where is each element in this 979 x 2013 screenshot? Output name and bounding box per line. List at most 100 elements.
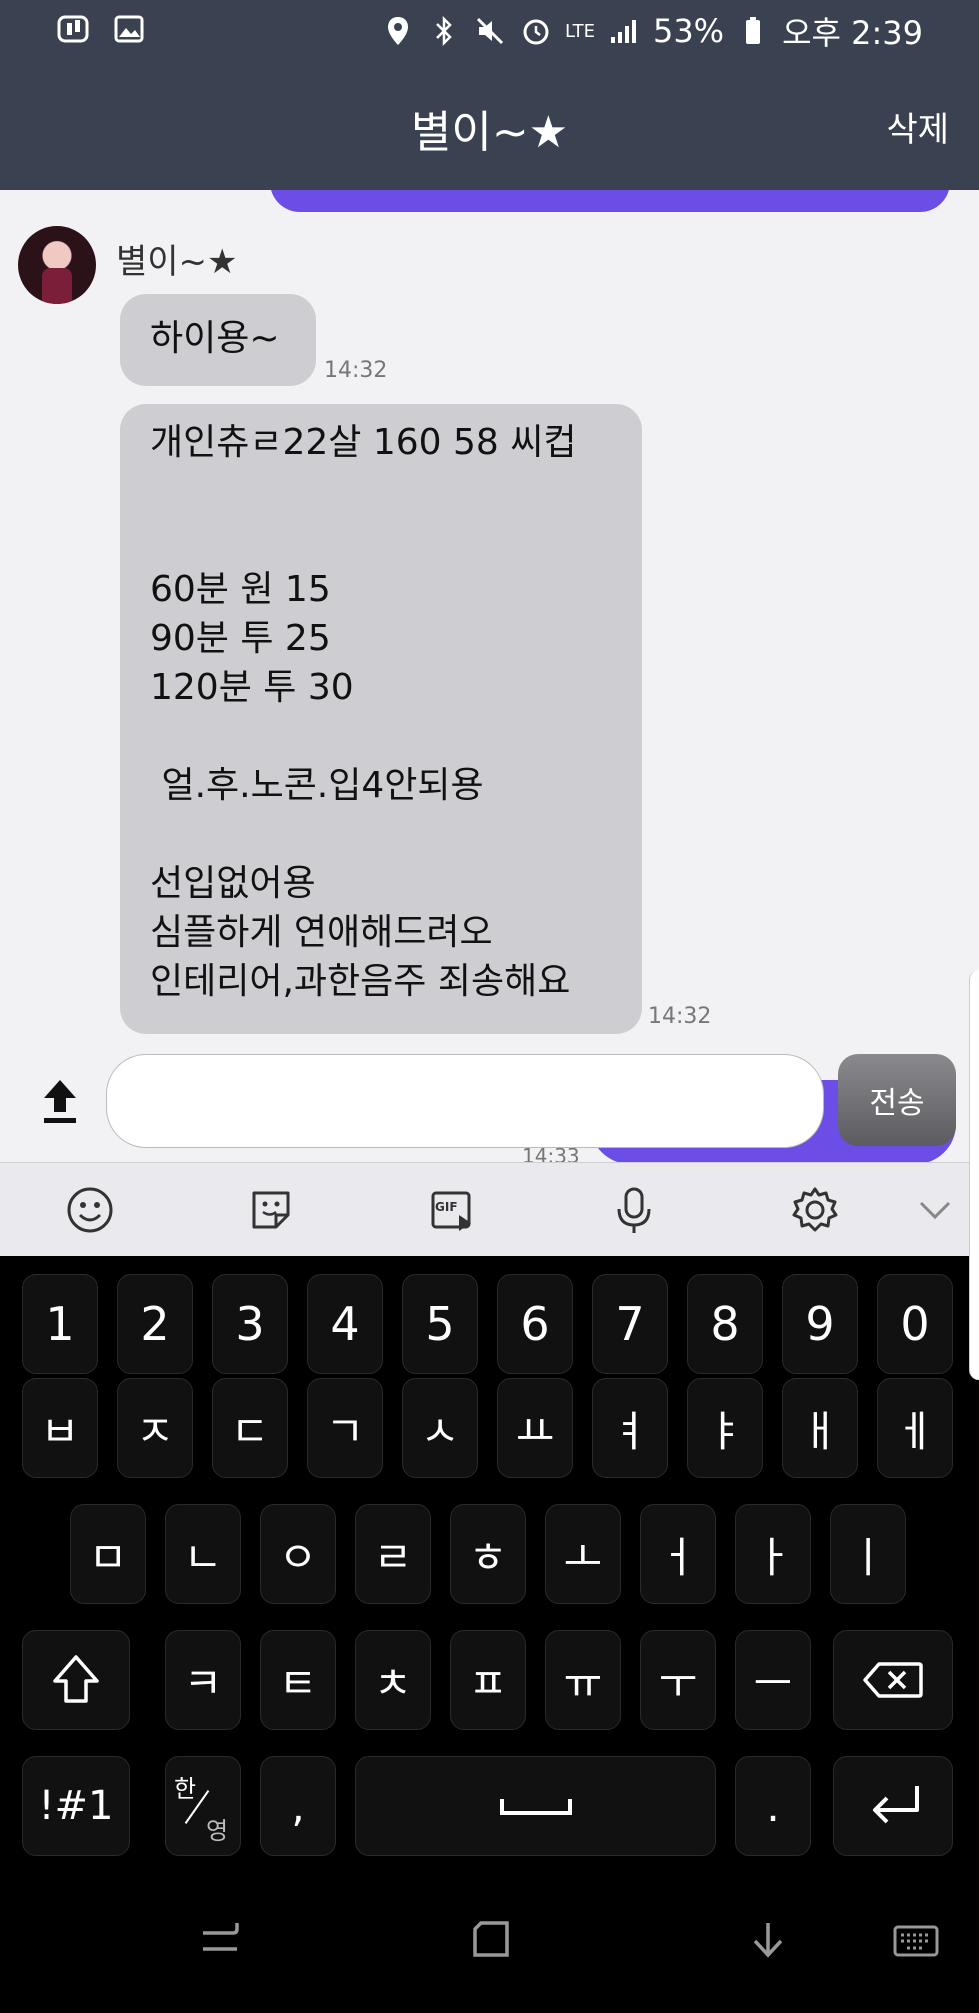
message-line: 선입없어용 — [150, 863, 316, 904]
scrollbar[interactable] — [969, 970, 979, 1380]
backspace-key[interactable] — [833, 1630, 953, 1730]
key-jamo[interactable]: ㅍ — [450, 1630, 526, 1730]
key-jamo[interactable]: ㅔ — [877, 1378, 953, 1478]
battery-icon — [736, 14, 770, 48]
key-jamo[interactable]: ㅣ — [830, 1504, 906, 1604]
key-jamo[interactable]: ㅑ — [687, 1378, 763, 1478]
gif-label: GIF — [435, 1200, 458, 1214]
key-jamo[interactable]: ㄴ — [165, 1504, 241, 1604]
send-button[interactable]: 전송 — [838, 1054, 956, 1146]
key-jamo[interactable]: ㅇ — [260, 1504, 336, 1604]
message-input-row: 14:33 전송 — [0, 1040, 979, 1168]
status-time: 오후 2:39 — [782, 14, 923, 52]
key-jamo[interactable]: ㄹ — [355, 1504, 431, 1604]
message-line — [150, 516, 612, 565]
home-icon[interactable] — [462, 1910, 522, 1970]
sent-message-bubble — [270, 190, 950, 212]
language-key-bottom: 영 — [206, 1817, 229, 1845]
key-5[interactable]: 5 — [402, 1274, 478, 1374]
comma-key[interactable]: , — [260, 1756, 336, 1856]
key-8[interactable]: 8 — [687, 1274, 763, 1374]
backspace-icon — [863, 1662, 923, 1698]
key-7[interactable]: 7 — [592, 1274, 668, 1374]
key-6[interactable]: 6 — [497, 1274, 573, 1374]
shift-key[interactable] — [22, 1630, 130, 1730]
message-time: 14:32 — [648, 1004, 712, 1029]
gear-icon[interactable] — [788, 1183, 842, 1237]
key-9[interactable]: 9 — [782, 1274, 858, 1374]
key-jamo[interactable]: ㅎ — [450, 1504, 526, 1604]
emoji-icon[interactable] — [63, 1183, 117, 1237]
network-type: LTE — [565, 20, 595, 42]
message-line: 얼.후.노콘.입4안되용 — [150, 765, 484, 806]
shift-icon — [53, 1655, 99, 1703]
key-jamo[interactable]: ㅌ — [260, 1630, 336, 1730]
key-jamo[interactable]: ㅂ — [22, 1378, 98, 1478]
avatar[interactable] — [18, 226, 96, 304]
language-key[interactable]: 한 영 — [165, 1756, 241, 1856]
key-jamo[interactable]: ㅏ — [735, 1504, 811, 1604]
message-line — [150, 467, 612, 516]
period-key[interactable]: . — [735, 1756, 811, 1856]
battery-percent: 53% — [652, 12, 725, 50]
key-1[interactable]: 1 — [22, 1274, 98, 1374]
sticker-icon[interactable] — [244, 1183, 298, 1237]
mute-icon — [473, 14, 507, 48]
key-jamo[interactable]: ㅊ — [355, 1630, 431, 1730]
keyboard: 1 2 3 4 5 6 7 8 9 0 ㅂ ㅈ ㄷ ㄱ ㅅ ㅛ ㅕ ㅑ ㅐ ㅔ … — [0, 1256, 979, 1862]
message-line — [150, 712, 612, 761]
delete-button[interactable]: 삭제 — [886, 102, 949, 151]
enter-key[interactable] — [833, 1756, 953, 1856]
status-bar: LTE 53% 오후 2:39 — [0, 0, 979, 58]
key-jamo[interactable]: ㅠ — [545, 1630, 621, 1730]
upload-icon[interactable] — [40, 1076, 80, 1126]
key-jamo[interactable]: ㅜ — [640, 1630, 716, 1730]
message-time: 14:32 — [324, 358, 388, 383]
key-jamo[interactable]: ㅛ — [497, 1378, 573, 1478]
key-3[interactable]: 3 — [212, 1274, 288, 1374]
key-2[interactable]: 2 — [117, 1274, 193, 1374]
gallery-icon — [112, 12, 146, 46]
message-input[interactable] — [106, 1054, 824, 1148]
space-key[interactable] — [355, 1756, 716, 1856]
recents-icon[interactable] — [190, 1910, 250, 1970]
message-line: 60분 원 15 — [150, 569, 331, 610]
gif-icon[interactable]: GIF — [425, 1183, 479, 1237]
chevron-down-icon[interactable] — [908, 1183, 962, 1237]
location-icon — [381, 14, 415, 48]
symbols-key[interactable]: !#1 — [22, 1756, 130, 1856]
key-0[interactable]: 0 — [877, 1274, 953, 1374]
key-jamo[interactable]: ㅁ — [70, 1504, 146, 1604]
key-jamo[interactable]: ㅗ — [545, 1504, 621, 1604]
key-jamo[interactable]: ㄷ — [212, 1378, 288, 1478]
message-line — [150, 810, 612, 859]
key-jamo[interactable]: ㅅ — [402, 1378, 478, 1478]
key-jamo[interactable]: ㅓ — [640, 1504, 716, 1604]
key-jamo[interactable]: ㅈ — [117, 1378, 193, 1478]
message-line: 개인츄ㄹ22살 160 58 씨컵 — [150, 422, 577, 463]
sender-name: 별이~★ — [116, 242, 238, 282]
key-4[interactable]: 4 — [307, 1274, 383, 1374]
hide-keyboard-icon[interactable] — [738, 1910, 798, 1970]
received-message-bubble[interactable]: 개인츄ㄹ22살 160 58 씨컵 60분 원 15 90분 투 25 120분… — [120, 404, 642, 1034]
enter-icon — [873, 1786, 919, 1824]
key-jamo[interactable]: ㅡ — [735, 1630, 811, 1730]
microphone-icon[interactable] — [607, 1183, 661, 1237]
message-line: 인테리어,과한음주 죄송해요 — [150, 961, 571, 1002]
message-line: 90분 투 25 — [150, 618, 331, 659]
chat-title: 별이~★ — [410, 107, 569, 158]
navigation-bar — [0, 1862, 979, 2013]
key-jamo[interactable]: ㅕ — [592, 1378, 668, 1478]
key-jamo[interactable]: ㅋ — [165, 1630, 241, 1730]
language-key-top: 한 — [174, 1775, 197, 1803]
chat-area[interactable]: 별이~★ 하이용~ 14:32 개인츄ㄹ22살 160 58 씨컵 60분 원 … — [0, 190, 979, 1060]
app-notification-icon — [56, 12, 90, 46]
alarm-icon — [519, 14, 553, 48]
keyboard-icon[interactable] — [886, 1910, 946, 1970]
bluetooth-icon — [427, 14, 461, 48]
key-jamo[interactable]: ㅐ — [782, 1378, 858, 1478]
key-jamo[interactable]: ㄱ — [307, 1378, 383, 1478]
received-message-bubble[interactable]: 하이용~ — [120, 294, 316, 386]
message-text: 하이용~ — [150, 318, 280, 359]
keyboard-toolbar: GIF — [0, 1162, 979, 1256]
